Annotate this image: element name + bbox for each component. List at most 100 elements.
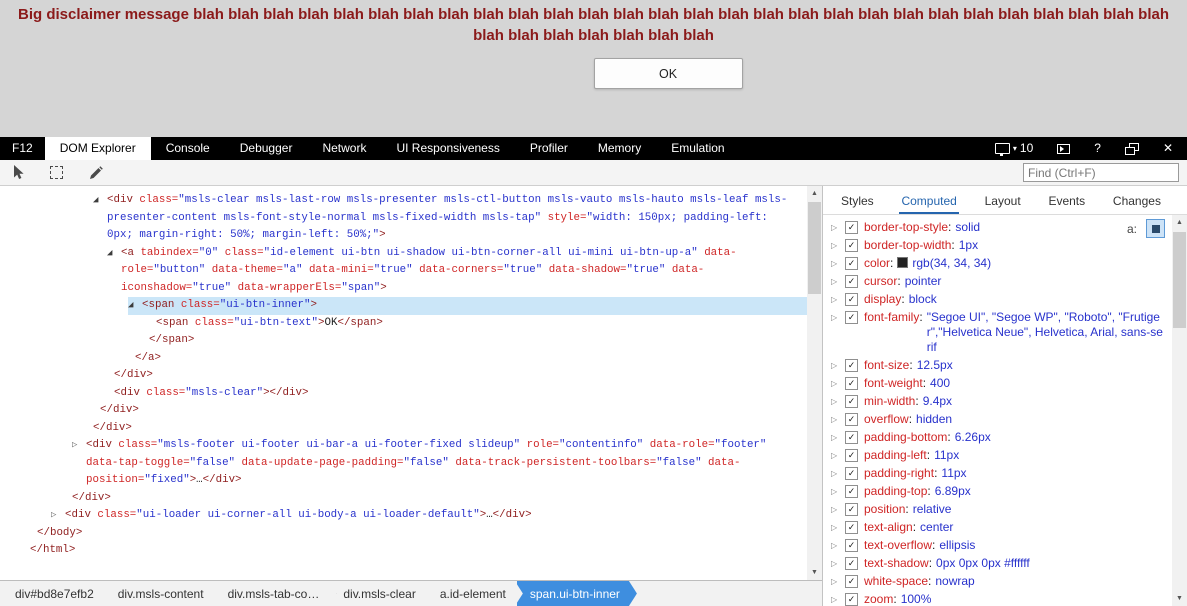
expand-icon[interactable]: ▷ [829, 484, 844, 499]
property-checkbox[interactable]: ✓ [845, 503, 858, 516]
property-checkbox[interactable]: ✓ [845, 275, 858, 288]
property-checkbox[interactable]: ✓ [845, 557, 858, 570]
computed-property-row[interactable]: ▷ ✓ border-top-width:1px [823, 237, 1172, 255]
property-checkbox[interactable]: ✓ [845, 239, 858, 252]
property-checkbox[interactable]: ✓ [845, 449, 858, 462]
color-picker-button[interactable] [84, 162, 108, 184]
property-checkbox[interactable]: ✓ [845, 395, 858, 408]
property-checkbox[interactable]: ✓ [845, 431, 858, 444]
expand-icon[interactable]: ▷ [829, 220, 844, 235]
select-element-button[interactable] [6, 162, 30, 184]
expand-icon[interactable]: ▷ [829, 466, 844, 481]
property-checkbox[interactable]: ✓ [845, 539, 858, 552]
styles-tab-computed[interactable]: Computed [899, 194, 958, 214]
expand-icon[interactable]: ▷ [829, 556, 844, 571]
breadcrumb-item-selected[interactable]: span.ui-btn-inner [517, 581, 637, 606]
expand-icon[interactable]: ▷ [829, 412, 844, 427]
computed-property-row[interactable]: ▷ ✓ font-weight:400 [823, 375, 1172, 393]
devtools-tab-network[interactable]: Network [307, 137, 381, 160]
dom-tree-line[interactable]: position="fixed">…</div> [0, 472, 807, 490]
expand-icon[interactable]: ▷ [829, 256, 844, 271]
devtools-tab-debugger[interactable]: Debugger [225, 137, 308, 160]
scroll-up-icon[interactable]: ▲ [1172, 215, 1187, 230]
property-checkbox[interactable]: ✓ [845, 359, 858, 372]
devtools-tab-memory[interactable]: Memory [583, 137, 656, 160]
dom-tree-scrollbar[interactable]: ▲ ▼ [807, 186, 822, 580]
devtools-tab-ui-responsiveness[interactable]: UI Responsiveness [381, 137, 514, 160]
computed-property-row[interactable]: ▷ ✓ zoom:100% [823, 591, 1172, 606]
computed-property-row[interactable]: ▷ ✓ text-overflow: ellipsis [823, 537, 1172, 555]
breadcrumb-item[interactable]: div.msls-clear [330, 581, 432, 606]
collapse-icon[interactable]: ◢ [128, 297, 142, 315]
computed-property-row[interactable]: ▷ ✓ padding-right:11px [823, 465, 1172, 483]
expand-icon[interactable]: ▷ [829, 238, 844, 253]
property-checkbox[interactable]: ✓ [845, 521, 858, 534]
dom-tree-line[interactable]: 0px; margin-right: 50%; margin-left: 50%… [0, 227, 807, 245]
expand-icon[interactable]: ▷ [829, 574, 844, 589]
pseudo-states-button[interactable]: a: [1127, 222, 1137, 236]
computed-property-row[interactable]: ▷ ✓ white-space: nowrap [823, 573, 1172, 591]
computed-property-row[interactable]: ▷ ✓ padding-left:11px [823, 447, 1172, 465]
expand-icon[interactable]: ▷ [829, 448, 844, 463]
expand-icon[interactable]: ▷ [51, 507, 65, 525]
expand-icon[interactable]: ▷ [829, 274, 844, 289]
property-checkbox[interactable]: ✓ [845, 485, 858, 498]
computed-property-row[interactable]: ▷ ✓ min-width:9.4px [823, 393, 1172, 411]
devtools-tab-emulation[interactable]: Emulation [656, 137, 739, 160]
computed-property-row[interactable]: ▷ ✓ text-shadow:0px 0px 0px #ffffff [823, 555, 1172, 573]
ok-button[interactable]: OK [593, 58, 743, 89]
dom-tree-line[interactable]: data-tap-toggle="false" data-update-page… [0, 455, 807, 473]
dom-tree-line-selected[interactable]: ◢ <span class="ui-btn-inner"> [0, 297, 807, 315]
computed-property-row[interactable]: ▷ ✓ padding-top:6.89px [823, 483, 1172, 501]
breadcrumb-item[interactable]: a.id-element [427, 581, 523, 606]
console-popout-button[interactable] [1057, 143, 1071, 154]
property-checkbox[interactable]: ✓ [845, 221, 858, 234]
collapse-icon[interactable]: ◢ [93, 192, 107, 210]
devtools-tab-profiler[interactable]: Profiler [515, 137, 583, 160]
dom-tree-line[interactable]: <span class="ui-btn-text">OK</span> [0, 315, 807, 333]
scroll-track[interactable] [1172, 230, 1187, 591]
expand-icon[interactable]: ▷ [829, 310, 844, 325]
property-checkbox[interactable]: ✓ [845, 293, 858, 306]
find-input[interactable] [1023, 163, 1179, 182]
devtools-tab-dom-explorer[interactable]: DOM Explorer [44, 137, 151, 160]
dom-tree-line[interactable]: </div> [0, 402, 807, 420]
dom-tree-line[interactable]: ◢ <a tabindex="0" class="id-element ui-bt… [0, 245, 807, 263]
collapse-icon[interactable]: ◢ [107, 245, 121, 263]
breadcrumb-item[interactable]: div#bd8e7efb2 [2, 581, 111, 606]
styles-tab-events[interactable]: Events [1046, 194, 1087, 214]
styles-tab-changes[interactable]: Changes [1111, 194, 1163, 214]
dom-tree-line[interactable]: </div> [0, 420, 807, 438]
expand-icon[interactable]: ▷ [829, 358, 844, 373]
dom-tree-line[interactable]: </div> [0, 367, 807, 385]
dom-tree-line[interactable]: iconshadow="true" data-wrapperEls="span"… [0, 280, 807, 298]
expand-icon[interactable]: ▷ [829, 538, 844, 553]
computed-property-row[interactable]: ▷ ✓ position: relative [823, 501, 1172, 519]
scroll-thumb[interactable] [1173, 232, 1186, 328]
property-checkbox[interactable]: ✓ [845, 257, 858, 270]
breadcrumb-item[interactable]: div.msls-content [105, 581, 221, 606]
document-mode-selector[interactable]: ▾ 10 [994, 137, 1033, 160]
property-checkbox[interactable]: ✓ [845, 467, 858, 480]
styles-scrollbar[interactable]: ▲ ▼ [1172, 215, 1187, 606]
dom-tree-line[interactable]: presenter-content msls-font-style-normal… [0, 210, 807, 228]
computed-property-row[interactable]: ▷ ✓ display: block [823, 291, 1172, 309]
expand-icon[interactable]: ▷ [72, 437, 86, 455]
close-button[interactable]: ✕ [1163, 137, 1173, 160]
computed-property-row[interactable]: ▷ ✓ overflow: hidden [823, 411, 1172, 429]
dom-tree-line[interactable]: ▷ <div class="ui-loader ui-corner-all ui-… [0, 507, 807, 525]
devtools-tab-console[interactable]: Console [151, 137, 225, 160]
scroll-down-icon[interactable]: ▼ [807, 565, 822, 580]
select-region-button[interactable] [44, 162, 68, 184]
dom-tree-line[interactable]: </body> [0, 525, 807, 543]
help-button[interactable]: ? [1094, 137, 1101, 160]
expand-icon[interactable]: ▷ [829, 394, 844, 409]
dom-tree-line[interactable]: </div> [0, 490, 807, 508]
expand-icon[interactable]: ▷ [829, 520, 844, 535]
computed-property-row[interactable]: ▷ ✓ color: rgb(34, 34, 34) [823, 255, 1172, 273]
breadcrumb-item[interactable]: div.msls-tab-co… [215, 581, 337, 606]
dom-tree-line[interactable]: </a> [0, 350, 807, 368]
scroll-thumb[interactable] [808, 202, 821, 294]
dom-tree-line[interactable]: ◢ <div class="msls-clear msls-last-row ms… [0, 192, 807, 210]
property-checkbox[interactable]: ✓ [845, 311, 858, 324]
